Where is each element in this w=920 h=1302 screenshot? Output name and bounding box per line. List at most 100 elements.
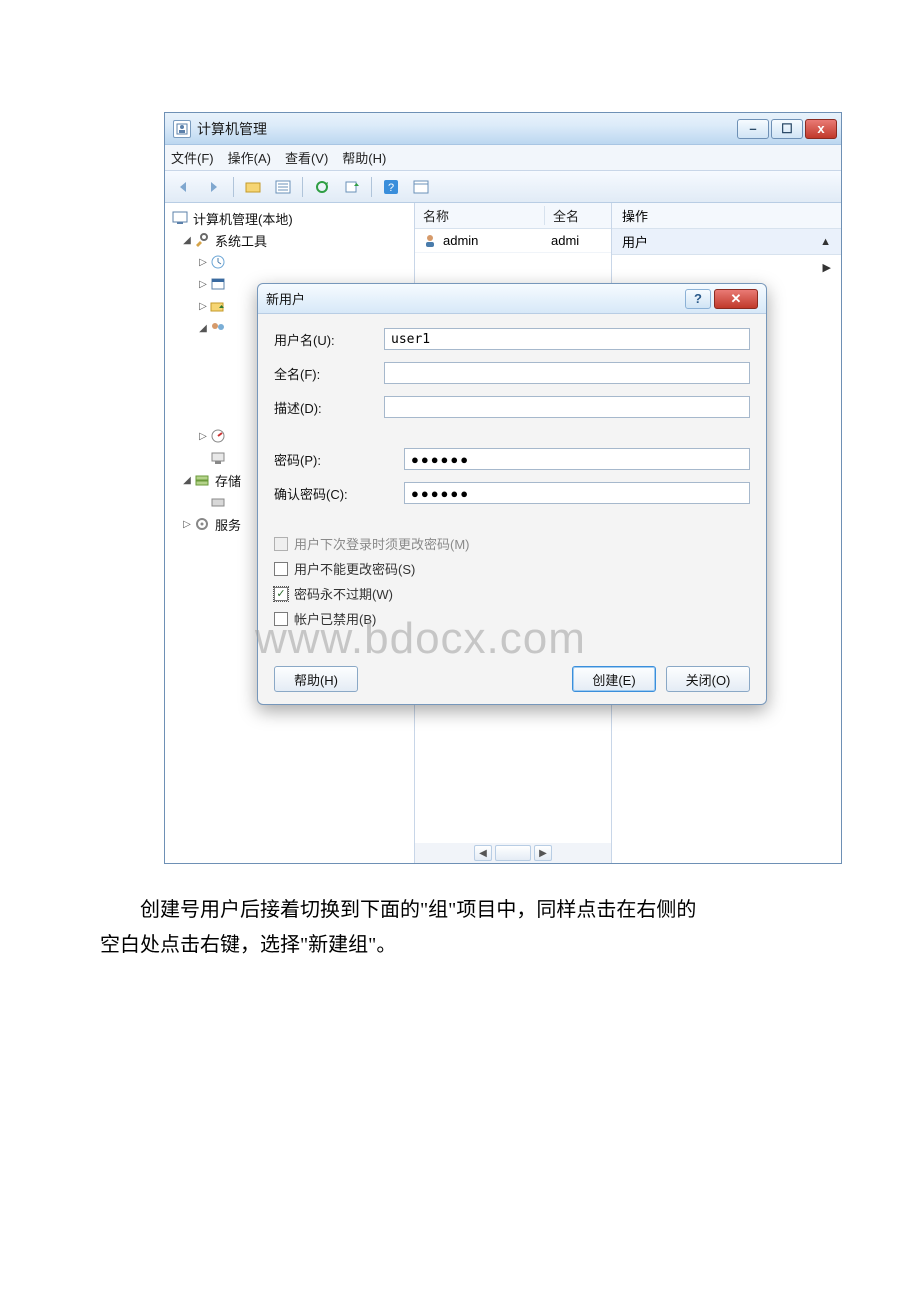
- checkbox-label: 密码永不过期(W): [294, 584, 393, 603]
- checkbox-cannot-change[interactable]: 用户不能更改密码(S): [274, 559, 750, 578]
- eventviewer-icon: [209, 276, 227, 292]
- menu-file[interactable]: 文件(F): [171, 148, 214, 167]
- storage-icon: [193, 472, 211, 488]
- computer-icon: [171, 210, 189, 226]
- dialog-close-button[interactable]: ✕: [714, 289, 758, 309]
- cell-fullname: admi: [551, 233, 579, 248]
- new-user-dialog: 新用户 ? ✕ 用户名(U): 全名(F): 描述(D): 密码(P):: [257, 283, 767, 705]
- scheduler-icon: [209, 254, 227, 270]
- sharedfolders-icon: [209, 298, 227, 314]
- menu-help[interactable]: 帮助(H): [342, 148, 386, 167]
- password-input[interactable]: [404, 448, 750, 470]
- checkbox-never-expire[interactable]: ✓ 密码永不过期(W): [274, 584, 750, 603]
- users-icon: [209, 320, 227, 336]
- cell-name: admin: [443, 233, 551, 248]
- dialog-body: 用户名(U): 全名(F): 描述(D): 密码(P): 确认密码(C):: [258, 314, 766, 704]
- collapse-icon: ▷: [197, 301, 209, 312]
- user-icon: [421, 233, 439, 249]
- tree-systools[interactable]: ◢ 系统工具: [167, 229, 412, 251]
- close-button[interactable]: 关闭(O): [666, 666, 750, 692]
- checkbox-icon: [274, 562, 288, 576]
- back-button[interactable]: [171, 175, 197, 199]
- tree-root[interactable]: 计算机管理(本地): [167, 207, 412, 229]
- tree-systools-label: 系统工具: [215, 231, 267, 250]
- confirm-password-input[interactable]: [404, 482, 750, 504]
- help-toolbutton[interactable]: ?: [378, 175, 404, 199]
- description-label: 描述(D):: [274, 398, 384, 417]
- devmgr-icon: [209, 450, 227, 466]
- refresh-button[interactable]: [309, 175, 335, 199]
- actions-row[interactable]: 用户 ▲: [612, 229, 841, 255]
- checkbox-must-change: 用户下次登录时须更改密码(M): [274, 534, 750, 553]
- collapse-up-icon: ▲: [820, 236, 831, 248]
- menu-action[interactable]: 操作(A): [228, 148, 271, 167]
- checkbox-icon: [274, 612, 288, 626]
- expand-icon: ◢: [197, 323, 209, 334]
- minimize-button[interactable]: –: [737, 119, 769, 139]
- scroll-thumb[interactable]: [495, 845, 531, 861]
- maximize-button[interactable]: ☐: [771, 119, 803, 139]
- actions-row-label: 用户: [622, 232, 648, 251]
- window-controls: – ☐ x: [737, 119, 837, 139]
- password-label: 密码(P):: [274, 450, 404, 469]
- forward-button[interactable]: [201, 175, 227, 199]
- menu-bar: 文件(F) 操作(A) 查看(V) 帮助(H): [165, 145, 841, 171]
- more-actions[interactable]: ▶: [612, 255, 841, 280]
- tree-services-label: 服务: [215, 515, 241, 534]
- username-input[interactable]: [384, 328, 750, 350]
- properties-button[interactable]: [408, 175, 434, 199]
- dialog-titlebar: 新用户 ? ✕: [258, 284, 766, 314]
- checkbox-label: 用户下次登录时须更改密码(M): [294, 534, 470, 553]
- folder-button[interactable]: [240, 175, 266, 199]
- toolbar-separator: [233, 177, 234, 197]
- expand-icon: ◢: [181, 475, 193, 486]
- tree-storage-label: 存储: [215, 471, 241, 490]
- tools-icon: [193, 232, 211, 248]
- document-caption: 创建号用户后接着切换到下面的"组"项目中，同样点击在右侧的 空白处点击右键，选择…: [100, 893, 820, 963]
- window-titlebar: 计算机管理 – ☐ x: [165, 113, 841, 145]
- toolbar-separator: [371, 177, 372, 197]
- menu-view[interactable]: 查看(V): [285, 148, 328, 167]
- list-item[interactable]: admin admi: [415, 229, 611, 253]
- collapse-icon: ▷: [197, 257, 209, 268]
- dialog-buttons: 帮助(H) 创建(E) 关闭(O): [274, 652, 750, 692]
- window-title: 计算机管理: [197, 119, 737, 139]
- export-button[interactable]: [339, 175, 365, 199]
- toolbar: ?: [165, 171, 841, 203]
- diskmgr-icon: [209, 494, 227, 510]
- expand-icon: ◢: [181, 235, 193, 246]
- main-window: 计算机管理 – ☐ x 文件(F) 操作(A) 查看(V) 帮助(H): [164, 112, 842, 864]
- checkbox-account-disabled[interactable]: 帐户已禁用(B): [274, 609, 750, 628]
- horizontal-scrollbar[interactable]: ◀ ▶: [415, 843, 611, 863]
- help-button[interactable]: 帮助(H): [274, 666, 358, 692]
- tree-root-label: 计算机管理(本地): [193, 209, 293, 228]
- caption-line-1: 创建号用户后接着切换到下面的"组"项目中，同样点击在右侧的: [140, 899, 696, 921]
- fullname-input[interactable]: [384, 362, 750, 384]
- col-fullname[interactable]: 全名: [545, 206, 611, 225]
- collapse-icon: ▷: [181, 519, 193, 530]
- perf-icon: [209, 428, 227, 444]
- description-input[interactable]: [384, 396, 750, 418]
- checkbox-icon: [274, 537, 288, 551]
- confirm-password-label: 确认密码(C):: [274, 484, 404, 503]
- list-button[interactable]: [270, 175, 296, 199]
- username-label: 用户名(U):: [274, 330, 384, 349]
- checkbox-icon: ✓: [274, 587, 288, 601]
- close-button[interactable]: x: [805, 119, 837, 139]
- column-headers: 名称 全名: [415, 203, 611, 229]
- app-icon: [173, 120, 191, 138]
- scroll-left-button[interactable]: ◀: [474, 845, 492, 861]
- scroll-right-button[interactable]: ▶: [534, 845, 552, 861]
- col-name[interactable]: 名称: [415, 206, 545, 225]
- checkbox-label: 帐户已禁用(B): [294, 609, 376, 628]
- tree-item[interactable]: ▷: [167, 251, 412, 273]
- dialog-title: 新用户: [266, 289, 685, 308]
- fullname-label: 全名(F):: [274, 364, 384, 383]
- checkbox-label: 用户不能更改密码(S): [294, 559, 415, 578]
- toolbar-separator: [302, 177, 303, 197]
- caption-line-2: 空白处点击右键，选择"新建组"。: [100, 934, 396, 956]
- create-button[interactable]: 创建(E): [572, 666, 656, 692]
- collapse-icon: ▷: [197, 431, 209, 442]
- dialog-help-button[interactable]: ?: [685, 289, 711, 309]
- services-icon: [193, 516, 211, 532]
